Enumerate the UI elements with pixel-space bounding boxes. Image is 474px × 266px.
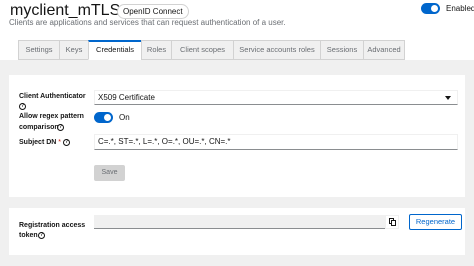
registration-token-label: Registration access: [19, 222, 86, 229]
subject-dn-input[interactable]: C=.*, ST=.*, L=.*, O=.*, OU=.*, CN=.*: [94, 134, 458, 150]
tab-client-scopes[interactable]: Client scopes: [171, 40, 233, 60]
client-authenticator-value: X509 Certificate: [98, 93, 155, 102]
registration-token-label-line2: token: [19, 232, 38, 239]
regex-label-line2: comparison: [19, 124, 59, 131]
copy-button[interactable]: [385, 215, 399, 229]
regex-toggle[interactable]: [94, 112, 113, 123]
subject-dn-label: Subject DN *: [19, 138, 61, 147]
question-circle-icon[interactable]: ?: [63, 139, 70, 146]
save-button[interactable]: Save: [94, 165, 125, 181]
client-tabs: Settings Keys Credentials Roles Client s…: [18, 40, 405, 60]
caret-down-icon: [445, 96, 451, 100]
tab-service-accounts-roles[interactable]: Service accounts roles: [233, 40, 320, 60]
page-subtitle: Clients are applications and services th…: [9, 18, 286, 27]
tab-settings[interactable]: Settings: [18, 40, 59, 60]
tab-sessions[interactable]: Sessions: [320, 40, 363, 60]
question-circle-icon[interactable]: ?: [38, 232, 45, 239]
client-authenticator-label: Client Authenticator: [19, 93, 86, 100]
protocol-badge: OpenID Connect: [117, 4, 189, 19]
question-circle-icon[interactable]: ?: [57, 124, 64, 131]
registration-token-field[interactable]: [94, 215, 385, 229]
required-marker: *: [58, 139, 62, 146]
regenerate-button[interactable]: Regenerate: [409, 214, 462, 230]
regex-state-label: On: [119, 113, 130, 122]
enabled-label: Enabled: [446, 4, 474, 13]
tab-credentials[interactable]: Credentials: [88, 40, 141, 60]
tab-keys[interactable]: Keys: [59, 40, 88, 60]
question-circle-icon[interactable]: ?: [19, 103, 26, 110]
subject-dn-label-text: Subject DN: [19, 139, 57, 146]
copy-icon-front: [391, 220, 396, 226]
tab-advanced[interactable]: Advanced: [363, 40, 405, 60]
enabled-toggle[interactable]: [421, 3, 440, 14]
regex-label: Allow regex pattern: [19, 113, 84, 120]
tab-roles[interactable]: Roles: [141, 40, 171, 60]
client-authenticator-select[interactable]: X509 Certificate: [94, 90, 458, 105]
